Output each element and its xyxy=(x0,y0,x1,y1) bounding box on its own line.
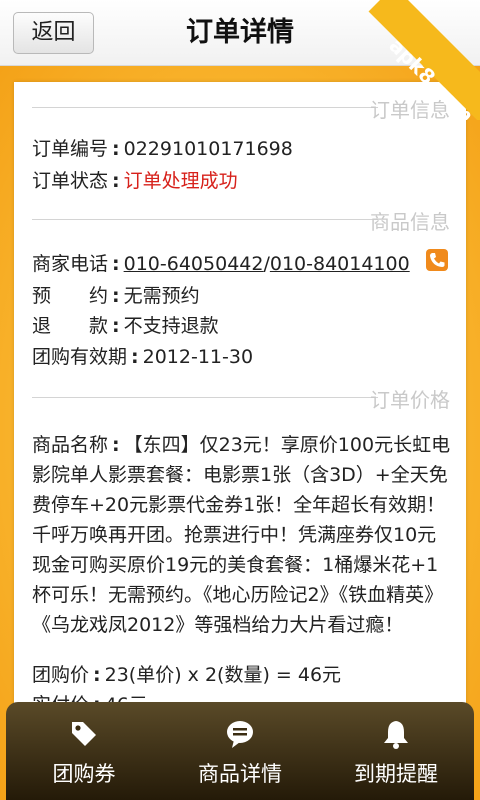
order-detail-card: 订单信息 订单编号:02291010171698 订单状态: 订单处理成功 商品信… xyxy=(14,82,466,722)
validity-row: 团购有效期:2012-11-30 xyxy=(32,342,253,369)
divider xyxy=(32,397,378,398)
tag-icon xyxy=(68,718,100,750)
product-name-value: 【东四】仅23元！享原价100元长虹电影院单人影票套餐：电影票1张（含3D）+全… xyxy=(32,434,451,636)
bottom-tab-bar: 团购券 商品详情 到期提醒 xyxy=(6,702,474,800)
product-name-block: 商品名称: 【东四】仅23元！享原价100元长虹电影院单人影票套餐：电影票1张（含… xyxy=(32,434,451,636)
divider xyxy=(32,107,378,108)
merchant-phone-link-1[interactable]: 010-64050442 xyxy=(124,253,264,275)
divider xyxy=(32,219,378,220)
refund-value: 不支持退款 xyxy=(123,315,219,337)
group-price-value: 23(单价) x 2(数量) = 46元 xyxy=(104,664,342,686)
tab-label: 团购券 xyxy=(52,762,116,786)
validity-key: 团购有效期 xyxy=(32,346,128,368)
tab-label: 到期提醒 xyxy=(354,762,438,786)
chat-bubble-icon xyxy=(224,718,256,750)
bell-icon xyxy=(380,718,412,750)
reservation-row: 预 约: 无需预约 xyxy=(32,281,200,308)
order-number-key: 订单编号 xyxy=(32,138,109,160)
merchant-phone-key: 商家电话 xyxy=(32,253,109,275)
validity-value: 2012-11-30 xyxy=(142,346,254,368)
order-number-row: 订单编号:02291010171698 xyxy=(32,134,293,161)
back-button[interactable]: 返回 xyxy=(13,12,94,54)
tab-expiry-reminder[interactable]: 到期提醒 xyxy=(318,702,474,800)
order-status-key: 订单状态 xyxy=(32,170,109,192)
tab-group-coupon[interactable]: 团购券 xyxy=(6,702,162,800)
merchant-phone-row: 商家电话:010-64050442/010-84014100 xyxy=(32,249,410,276)
order-number-value: 02291010171698 xyxy=(123,138,293,160)
order-status-value: 订单处理成功 xyxy=(123,170,238,192)
merchant-phone-link-2[interactable]: 010-84014100 xyxy=(270,253,410,275)
group-price-key: 团购价 xyxy=(32,664,90,686)
section-label: 商品信息 xyxy=(370,210,450,234)
watermark: apk8.com xyxy=(360,0,480,120)
tab-product-detail[interactable]: 商品详情 xyxy=(162,702,318,800)
group-price-row: 团购价:23(单价) x 2(数量) = 46元 xyxy=(32,660,341,687)
refund-key: 退 款 xyxy=(32,315,109,337)
reservation-value: 无需预约 xyxy=(123,285,200,307)
product-name-key: 商品名称 xyxy=(32,434,109,456)
reservation-key: 预 约 xyxy=(32,285,109,307)
section-order-price: 订单价格 xyxy=(32,382,466,412)
tab-label: 商品详情 xyxy=(198,762,282,786)
order-status-row: 订单状态: 订单处理成功 xyxy=(32,166,238,193)
refund-row: 退 款: 不支持退款 xyxy=(32,311,219,338)
phone-call-icon[interactable] xyxy=(426,249,448,271)
section-label: 订单价格 xyxy=(370,388,450,412)
section-product-info: 商品信息 xyxy=(32,204,466,234)
